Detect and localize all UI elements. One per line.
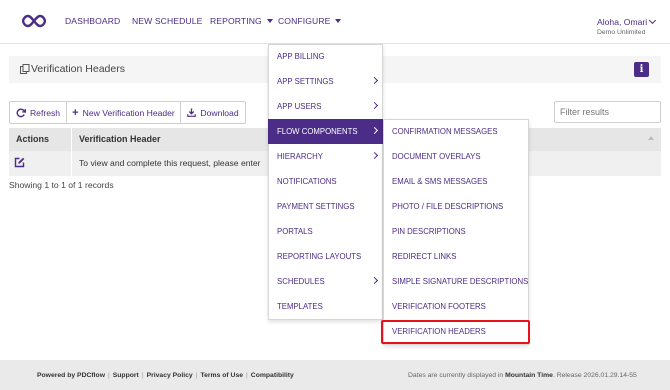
chevron-right-icon [370,101,379,110]
nav-dashboard[interactable]: DASHBOARD [65,16,120,26]
menu-item-notifications[interactable]: NOTIFICATIONS [268,169,383,194]
submenu-item-photo-file-descriptions[interactable]: PHOTO / FILE DESCRIPTIONS [383,194,529,219]
filter-input[interactable] [554,101,661,123]
submenu-item-document-overlays[interactable]: DOCUMENT OVERLAYS [383,144,529,169]
refresh-icon [16,108,26,117]
page-title: Verification Headers [31,63,125,75]
nav-new-schedule[interactable]: NEW SCHEDULE [132,16,202,26]
footer-release-info: Dates are currently displayed in Mountai… [408,372,637,379]
menu-item-hierarchy[interactable]: HIERARCHY [268,144,383,169]
refresh-button[interactable]: Refresh [9,101,67,124]
menu-item-templates[interactable]: TEMPLATES [268,294,383,319]
chevron-right-icon [370,76,379,85]
submenu-item-email-sms-messages[interactable]: EMAIL & SMS MESSAGES [383,169,529,194]
user-menu[interactable]: Aloha, Omari [597,16,657,27]
sort-up-icon[interactable] [648,136,654,140]
footer-link-compatibility[interactable]: Compatibility [251,372,294,379]
new-verification-header-button[interactable]: + New Verification Header [66,101,181,124]
submenu-item-confirmation-messages[interactable]: CONFIRMATION MESSAGES [383,119,529,144]
submenu-item-simple-signature-descriptions[interactable]: SIMPLE SIGNATURE DESCRIPTIONS [383,269,529,294]
column-header-actions[interactable]: Actions [16,134,49,144]
menu-item-schedules[interactable]: SCHEDULES [268,269,383,294]
footer-link-terms[interactable]: Terms of Use [200,372,243,379]
highlight-box [381,320,530,344]
records-count: Showing 1 to 1 of 1 records [9,180,114,190]
plus-icon: + [72,106,79,119]
submenu-item-verification-footers[interactable]: VERIFICATION FOOTERS [383,294,529,319]
chevron-right-icon [370,126,379,135]
caret-down-icon [335,19,342,23]
copy-icon [20,64,30,74]
powered-by: Powered by PDCflow [37,372,105,379]
menu-item-app-billing[interactable]: APP BILLING [268,44,383,69]
chevron-right-icon [370,276,379,285]
caret-down-icon [266,19,273,23]
chevron-down-icon [649,16,657,25]
chevron-right-icon [370,151,379,160]
menu-item-app-users[interactable]: APP USERS [268,94,383,119]
infinity-logo-icon[interactable] [22,14,46,28]
nav-reporting[interactable]: REPORTING [210,16,273,26]
download-icon [187,108,197,117]
column-divider [71,128,72,176]
menu-item-flow-components[interactable]: FLOW COMPONENTS [268,119,383,144]
timezone: Mountain Time [505,372,553,379]
footer-links: Powered by PDCflow | Support | Privacy Polic… [37,372,294,379]
footer-link-privacy[interactable]: Privacy Policy [147,372,193,379]
column-header-verification-header[interactable]: Verification Header [79,134,161,144]
menu-item-payment-settings[interactable]: PAYMENT SETTINGS [268,194,383,219]
edit-icon[interactable] [14,157,25,168]
nav-configure[interactable]: CONFIGURE [278,16,342,26]
submenu-item-redirect-links[interactable]: REDIRECT LINKS [383,244,529,269]
menu-item-app-settings[interactable]: APP SETTINGS [268,69,383,94]
menu-item-portals[interactable]: PORTALS [268,219,383,244]
user-org: Demo Unlimited [597,29,646,36]
info-button[interactable]: i [634,62,649,77]
footer-link-support[interactable]: Support [113,372,139,379]
download-button[interactable]: Download [180,101,246,124]
row-verification-header: To view and complete this request, pleas… [79,158,261,168]
menu-item-reporting-layouts[interactable]: REPORTING LAYOUTS [268,244,383,269]
submenu-item-pin-descriptions[interactable]: PIN DESCRIPTIONS [383,219,529,244]
